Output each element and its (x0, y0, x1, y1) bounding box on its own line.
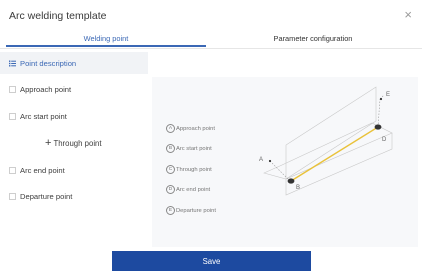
add-through-point-button[interactable]: + Through point (45, 136, 155, 150)
through-point-label: Through point (53, 138, 102, 148)
label-d: D (382, 137, 387, 143)
label-a: A (259, 157, 263, 163)
sidebar-item-label: Arc end point (20, 165, 65, 175)
dialog-footer: Save (0, 251, 422, 271)
arc-end-marker (374, 124, 382, 130)
guide-line-a (269, 160, 291, 182)
label-e: E (386, 92, 390, 98)
label-b: B (296, 185, 300, 191)
dialog-title: Arc welding template (9, 10, 107, 22)
weld-preview-panel: A Approach point B Arc start point C Thr… (152, 77, 418, 247)
arc-welding-dialog: Arc welding template × Welding point Par… (0, 0, 422, 271)
plus-icon: + (45, 136, 52, 149)
sidebar-item-label: Departure point (20, 191, 73, 201)
point-icon (8, 166, 16, 174)
weld-path-diagram: A B D E (259, 86, 393, 196)
guide-line-e (377, 98, 381, 128)
approach-point-dot (268, 159, 272, 163)
sidebar-item-approach-point[interactable]: Approach point (0, 78, 148, 100)
sidebar-item-arc-end-point[interactable]: Arc end point (0, 159, 148, 181)
arc-start-marker (287, 178, 295, 184)
sidebar-item-point-description[interactable]: Point description (0, 52, 148, 74)
sidebar-item-label: Arc start point (20, 111, 67, 121)
dialog-titlebar: Arc welding template × (0, 0, 422, 30)
sidebar-item-arc-start-point[interactable]: Arc start point (0, 105, 148, 127)
sidebar: Point description Approach point Arc sta… (0, 52, 148, 252)
departure-point-dot (379, 97, 383, 101)
list-icon (8, 59, 16, 67)
plate-edge (285, 133, 393, 196)
vertical-plate (285, 86, 377, 180)
tab-bar: Welding point Parameter configuration (0, 32, 422, 49)
horizontal-plate (263, 122, 393, 180)
save-button[interactable]: Save (112, 251, 311, 271)
close-icon[interactable]: × (404, 8, 412, 21)
tab-parameter-configuration[interactable]: Parameter configuration (212, 32, 414, 47)
tab-welding-point[interactable]: Welding point (6, 32, 206, 47)
sidebar-item-departure-point[interactable]: Departure point (0, 185, 148, 207)
sidebar-item-label: Approach point (20, 84, 72, 94)
point-icon (8, 192, 16, 200)
point-icon (8, 85, 16, 93)
sidebar-item-label: Point description (20, 58, 77, 68)
weld-line (290, 126, 379, 182)
point-icon (8, 112, 16, 120)
